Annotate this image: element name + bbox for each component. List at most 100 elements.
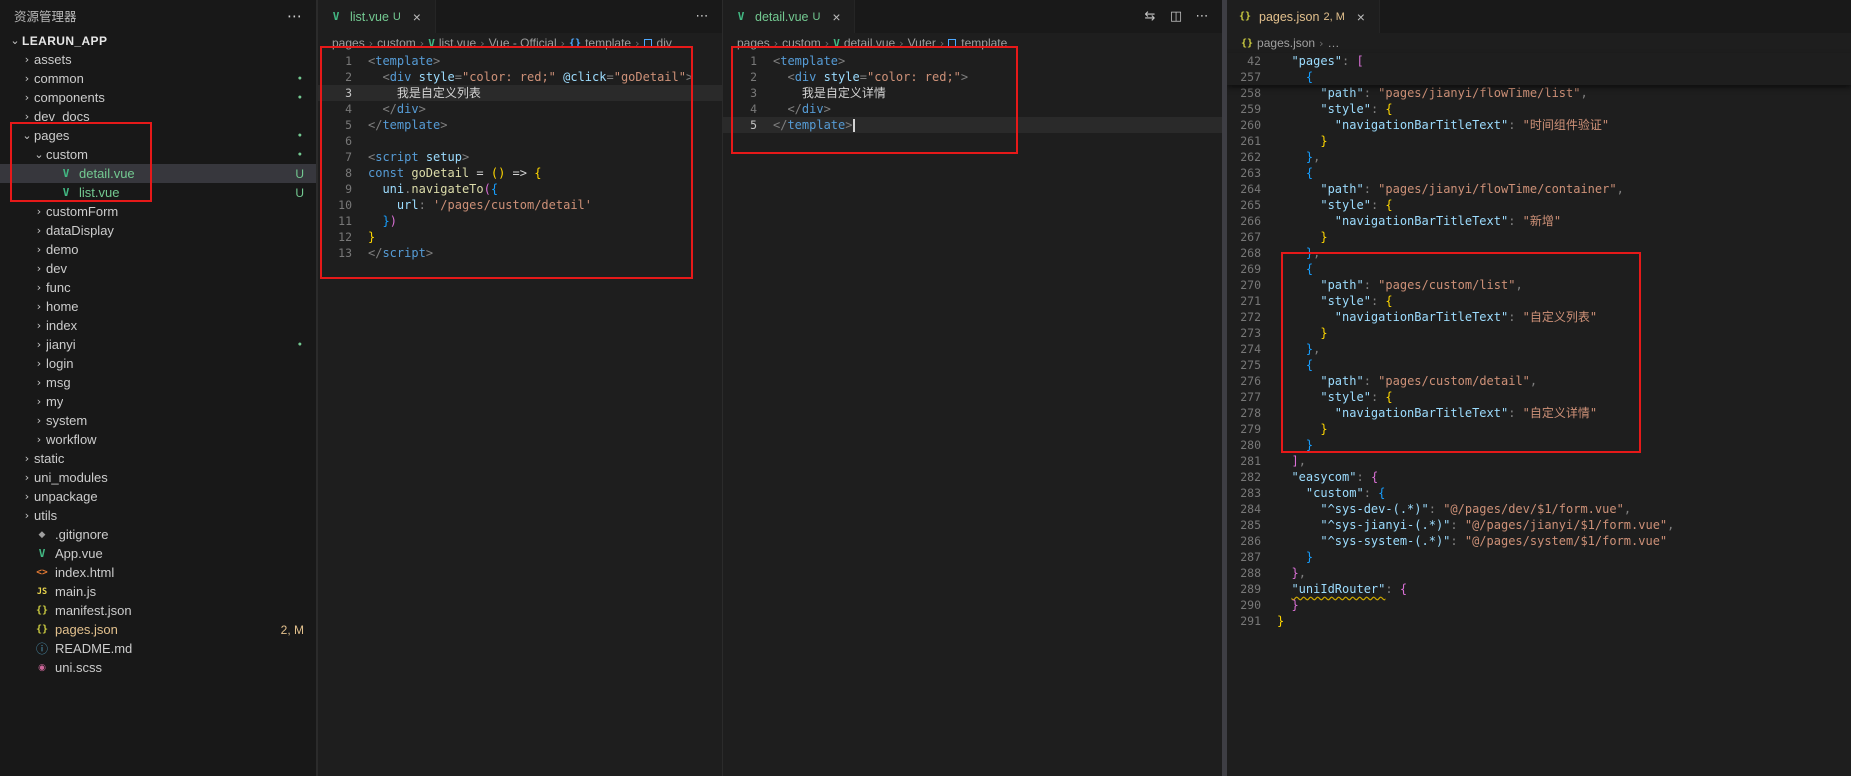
breadcrumb-item-vue-official[interactable]: Vue - Official [489, 36, 557, 50]
breadcrumb-item-detail-vue[interactable]: Vdetail.vue [833, 36, 895, 50]
breadcrumb-item-list-vue[interactable]: Vlist.vue [428, 36, 476, 50]
tree-item-login[interactable]: ›login [0, 354, 316, 373]
tree-item-uni-modules[interactable]: ›uni_modules [0, 468, 316, 487]
code-editor[interactable]: 42 "pages": [257 {258 "path": "pages/jia… [1227, 53, 1851, 629]
tree-item-gitignore[interactable]: ◆.gitignore [0, 525, 316, 544]
tree-item-datadisplay[interactable]: ›dataDisplay [0, 221, 316, 240]
code-line: 266 "navigationBarTitleText": "新增" [1227, 213, 1851, 229]
tree-item-static[interactable]: ›static [0, 449, 316, 468]
tree-item-pages-json[interactable]: {}pages.json2, M [0, 620, 316, 639]
line-number: 287 [1227, 549, 1261, 565]
line-content: "style": { [1261, 197, 1393, 213]
more-actions-icon[interactable]: ⋯ [692, 9, 712, 24]
breadcrumb-item-custom[interactable]: custom [377, 36, 416, 50]
tree-item-func[interactable]: ›func [0, 278, 316, 297]
tree-item-common[interactable]: ›common● [0, 69, 316, 88]
tree-item-index-html[interactable]: <>index.html [0, 563, 316, 582]
tree-item-jianyi[interactable]: ›jianyi● [0, 335, 316, 354]
code-line: 286 "^sys-system-(.*)": "@/pages/system/… [1227, 533, 1851, 549]
breadcrumb-item-vuter[interactable]: Vuter [908, 36, 936, 50]
line-number: 276 [1227, 373, 1261, 389]
breadcrumb-item-div[interactable]: div [644, 36, 672, 50]
tree-item-msg[interactable]: ›msg [0, 373, 316, 392]
symbol-icon [644, 39, 652, 47]
tree-item-utils[interactable]: ›utils [0, 506, 316, 525]
code-line: 6 [318, 133, 722, 149]
item-label: my [46, 394, 63, 409]
close-icon[interactable]: × [409, 9, 425, 25]
line-number: 1 [723, 53, 757, 69]
line-number: 1 [318, 53, 352, 69]
vue-file-icon: V [328, 10, 344, 23]
tree-item-main-js[interactable]: JSmain.js [0, 582, 316, 601]
code-editor[interactable]: 1<template>2 <div style="color: red;" @c… [318, 53, 722, 261]
chevron-down-icon: ⌄ [8, 34, 22, 47]
tree-item-uni-scss[interactable]: ◉uni.scss [0, 658, 316, 677]
tree-item-dev-docs[interactable]: ›dev_docs [0, 107, 316, 126]
line-content: "^sys-system-(.*)": "@/pages/system/$1/f… [1261, 533, 1667, 549]
tree-item-manifest-json[interactable]: {}manifest.json [0, 601, 316, 620]
vue-file-icon: V [58, 186, 74, 199]
html-file-icon: <> [34, 567, 50, 578]
tree-item-home[interactable]: ›home [0, 297, 316, 316]
tree-item-assets[interactable]: ›assets [0, 50, 316, 69]
breadcrumb-item-template[interactable]: {}template [569, 36, 631, 50]
line-content: } [1261, 549, 1313, 565]
vue-file-icon: V [34, 547, 50, 560]
compare-changes-icon[interactable]: ⇆ [1140, 9, 1160, 24]
tree-item-readme-md[interactable]: ⓘREADME.md [0, 639, 316, 658]
close-icon[interactable]: × [1353, 9, 1369, 25]
breadcrumb-item-pages[interactable]: pages [737, 36, 770, 50]
line-content: "style": { [1261, 293, 1393, 309]
tree-item-pages[interactable]: ⌄pages● [0, 126, 316, 145]
tree-item-custom[interactable]: ⌄custom● [0, 145, 316, 164]
chevron-right-icon: › [32, 262, 46, 275]
breadcrumb-item-custom[interactable]: custom [782, 36, 821, 50]
tree-item-demo[interactable]: ›demo [0, 240, 316, 259]
tree-item-app-vue[interactable]: VApp.vue [0, 544, 316, 563]
item-label: pages.json [55, 622, 118, 637]
tree-item-list-vue[interactable]: Vlist.vueU [0, 183, 316, 202]
code-line: 267 } [1227, 229, 1851, 245]
tab-pages-json[interactable]: {}pages.json2, M× [1227, 0, 1380, 33]
line-content: uni.navigateTo({ [352, 181, 498, 197]
tree-item-system[interactable]: ›system [0, 411, 316, 430]
vue-icon: V [428, 37, 435, 50]
tree-item-customform[interactable]: ›customForm [0, 202, 316, 221]
close-icon[interactable]: × [828, 9, 844, 25]
breadcrumb-separator-icon: › [825, 37, 829, 50]
breadcrumb-separator-icon: › [480, 37, 484, 50]
tree-root-learun-app[interactable]: ⌄LEARUN_APP [0, 31, 316, 50]
tree-item-my[interactable]: ›my [0, 392, 316, 411]
line-number: 291 [1227, 613, 1261, 629]
tree-item-components[interactable]: ›components● [0, 88, 316, 107]
tab-list-vue[interactable]: Vlist.vueU× [318, 0, 436, 33]
breadcrumb-item-[interactable]: … [1328, 36, 1340, 50]
item-label: dev [46, 261, 67, 276]
tab-detail-vue[interactable]: Vdetail.vueU× [723, 0, 855, 33]
breadcrumb-item-pages[interactable]: pages [332, 36, 365, 50]
more-actions-icon[interactable]: ⋯ [287, 7, 302, 25]
chevron-right-icon: › [32, 281, 46, 294]
line-content: "navigationBarTitleText": "自定义详情" [1261, 405, 1597, 421]
git-modified-dot: ● [298, 341, 302, 348]
tree-item-index[interactable]: ›index [0, 316, 316, 335]
code-line: 9 uni.navigateTo({ [318, 181, 722, 197]
line-content: url: '/pages/custom/detail' [352, 197, 592, 213]
item-label: README.md [55, 641, 132, 656]
tree-item-dev[interactable]: ›dev [0, 259, 316, 278]
tree-item-workflow[interactable]: ›workflow [0, 430, 316, 449]
line-content: 我是自定义详情 [757, 85, 886, 101]
line-content: } [1261, 325, 1328, 341]
git-status-badge: 2, M [281, 623, 304, 637]
split-editor-icon[interactable]: ◫ [1166, 9, 1186, 24]
code-editor[interactable]: 1<template>2 <div style="color: red;">3 … [723, 53, 1222, 133]
tree-item-unpackage[interactable]: ›unpackage [0, 487, 316, 506]
more-actions-icon[interactable]: ⋯ [1192, 9, 1212, 24]
code-line: 275 { [1227, 357, 1851, 373]
item-label: manifest.json [55, 603, 132, 618]
tree-item-detail-vue[interactable]: Vdetail.vueU [0, 164, 316, 183]
breadcrumb-item-template[interactable]: template [948, 36, 1007, 50]
git-status-badge: U [295, 167, 304, 181]
breadcrumb-item-pages-json[interactable]: {}pages.json [1241, 36, 1315, 50]
